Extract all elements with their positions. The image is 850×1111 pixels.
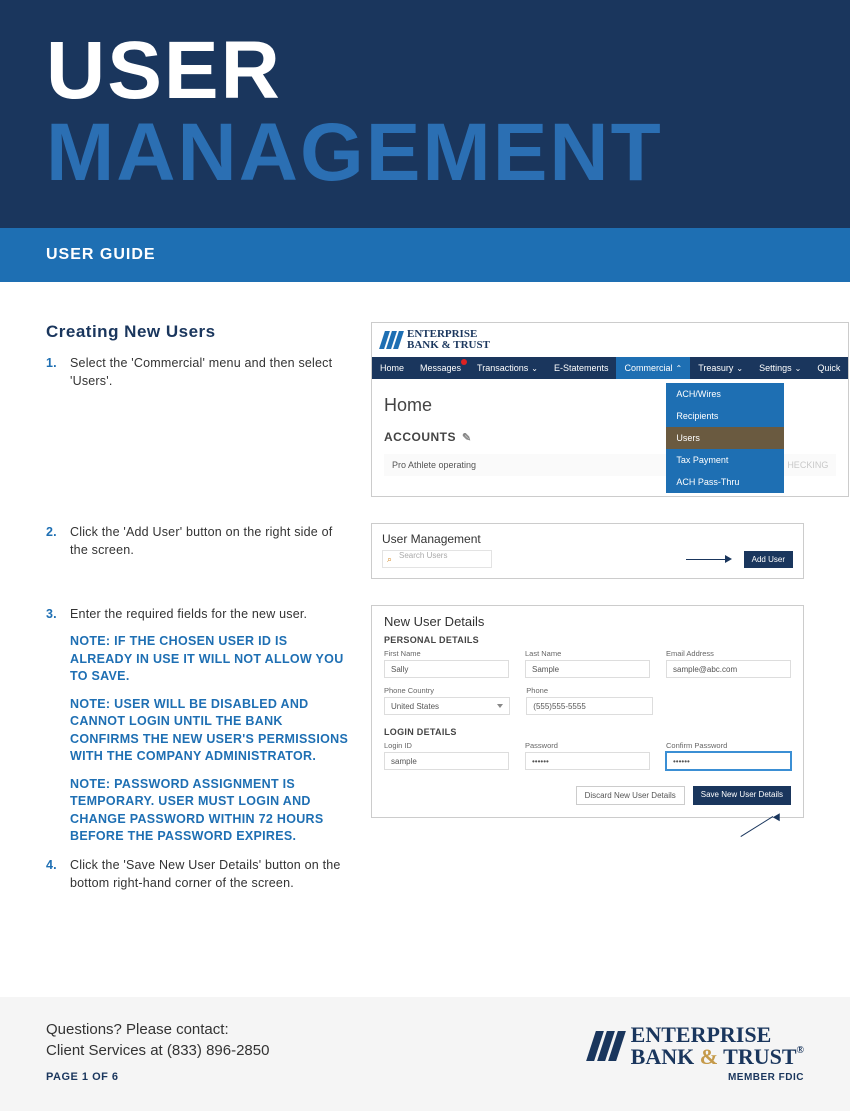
password-input[interactable]: ••••••: [525, 752, 650, 770]
footer-brand-trust: TRUST: [723, 1044, 796, 1069]
nav-home[interactable]: Home: [372, 357, 412, 379]
title-word-2: MANAGEMENT: [46, 107, 663, 198]
nav-settings[interactable]: Settings⌄: [751, 357, 809, 379]
nav-messages[interactable]: Messages: [412, 357, 469, 379]
footer-brand-line1: ENTERPRISE: [631, 1024, 804, 1046]
accounts-label: ACCOUNTS: [384, 430, 456, 444]
logo-bars-icon: [586, 1031, 626, 1061]
first-name-input[interactable]: Sally: [384, 660, 509, 678]
account-type: HECKING: [787, 460, 828, 470]
nav-quick[interactable]: Quick: [809, 357, 848, 379]
page-number: PAGE 1 OF 6: [46, 1071, 269, 1083]
subtitle-banner: USER GUIDE: [0, 228, 850, 282]
step-2-number: 2.: [46, 523, 62, 559]
footer-brand-bank: BANK: [631, 1044, 695, 1069]
phone-input[interactable]: (555)555-5555: [526, 697, 652, 715]
title-banner: USER MANAGEMENT: [0, 0, 850, 228]
screenshot-commercial-menu: ENTERPRISE BANK & TRUST Home Messages Tr…: [371, 322, 849, 497]
chevron-up-icon: ⌃: [675, 364, 682, 373]
login-id-label: Login ID: [384, 741, 509, 750]
search-users-input[interactable]: ⌕ Search Users: [382, 550, 492, 568]
add-user-button[interactable]: Add User: [744, 551, 793, 568]
personal-details-header: PERSONAL DETAILS: [384, 635, 791, 645]
dropdown-tax-payment[interactable]: Tax Payment: [666, 449, 784, 471]
bank-logo: ENTERPRISE BANK & TRUST: [372, 323, 848, 357]
notification-badge-icon: [461, 359, 467, 365]
pencil-icon[interactable]: ✎: [462, 431, 472, 444]
step-3-number: 3.: [46, 605, 62, 623]
step-1-number: 1.: [46, 354, 62, 390]
step-2-text: Click the 'Add User' button on the right…: [70, 523, 351, 559]
phone-country-label: Phone Country: [384, 686, 510, 695]
login-details-header: LOGIN DETAILS: [384, 727, 791, 737]
footer-brand-amp: &: [700, 1044, 718, 1069]
note-3: NOTE: PASSWORD ASSIGNMENT IS TEMPORARY. …: [70, 776, 351, 846]
note-2: NOTE: USER WILL BE DISABLED AND CANNOT L…: [70, 696, 351, 766]
phone-label: Phone: [526, 686, 652, 695]
password-label: Password: [525, 741, 650, 750]
callout-arrow-icon: [686, 555, 736, 563]
discard-button[interactable]: Discard New User Details: [576, 786, 685, 805]
confirm-password-input[interactable]: ••••••: [666, 752, 791, 770]
confirm-password-label: Confirm Password: [666, 741, 791, 750]
first-name-label: First Name: [384, 649, 509, 658]
panel3-title: New User Details: [384, 614, 791, 629]
phone-country-select[interactable]: United States: [384, 697, 510, 715]
email-label: Email Address: [666, 649, 791, 658]
chevron-down-icon: ⌄: [795, 364, 802, 373]
save-new-user-button[interactable]: Save New User Details: [693, 786, 791, 805]
dropdown-recipients[interactable]: Recipients: [666, 405, 784, 427]
account-name: Pro Athlete operating: [392, 460, 476, 470]
nav-commercial[interactable]: Commercial⌃: [616, 357, 690, 379]
title-word-1: USER: [46, 25, 282, 116]
nav-treasury[interactable]: Treasury⌄: [690, 357, 751, 379]
registered-icon: ®: [797, 1045, 804, 1056]
app-navbar: Home Messages Transactions⌄ E-Statements…: [372, 357, 848, 379]
page-footer: Questions? Please contact: Client Servic…: [0, 997, 850, 1111]
email-input[interactable]: sample@abc.com: [666, 660, 791, 678]
subtitle-text: USER GUIDE: [46, 246, 156, 263]
nav-estatements[interactable]: E-Statements: [546, 357, 617, 379]
section-heading: Creating New Users: [46, 322, 351, 342]
commercial-dropdown: ACH/Wires Recipients Users Tax Payment A…: [666, 383, 784, 493]
step-3-text: Enter the required fields for the new us…: [70, 605, 351, 623]
step-1-text: Select the 'Commercial' menu and then se…: [70, 354, 351, 390]
note-1: NOTE: IF THE CHOSEN USER ID IS ALREADY I…: [70, 633, 351, 686]
chevron-down-icon: ⌄: [531, 364, 538, 373]
search-icon: ⌕: [387, 554, 392, 565]
step-4-text: Click the 'Save New User Details' button…: [70, 856, 351, 892]
last-name-label: Last Name: [525, 649, 650, 658]
screenshot-user-management: User Management ⌕ Search Users Add User: [371, 523, 804, 579]
screenshot-new-user-details: New User Details PERSONAL DETAILS First …: [371, 605, 804, 818]
callout-arrow-icon: [741, 813, 781, 837]
panel2-title: User Management: [372, 524, 803, 550]
logo-bars-icon: [379, 331, 404, 349]
step-4-number: 4.: [46, 856, 62, 892]
last-name-input[interactable]: Sample: [525, 660, 650, 678]
member-fdic: MEMBER FDIC: [591, 1072, 804, 1083]
chevron-down-icon: ⌄: [736, 364, 743, 373]
footer-logo: ENTERPRISE BANK & TRUST®: [591, 1024, 804, 1068]
logo-line2: BANK & TRUST: [407, 340, 490, 351]
dropdown-users[interactable]: Users: [666, 427, 784, 449]
contact-line-2: Client Services at (833) 896-2850: [46, 1040, 269, 1061]
dropdown-ach-passthru[interactable]: ACH Pass-Thru: [666, 471, 784, 493]
contact-line-1: Questions? Please contact:: [46, 1019, 269, 1040]
nav-transactions[interactable]: Transactions⌄: [469, 357, 546, 379]
dropdown-achwires[interactable]: ACH/Wires: [666, 383, 784, 405]
login-id-input[interactable]: sample: [384, 752, 509, 770]
